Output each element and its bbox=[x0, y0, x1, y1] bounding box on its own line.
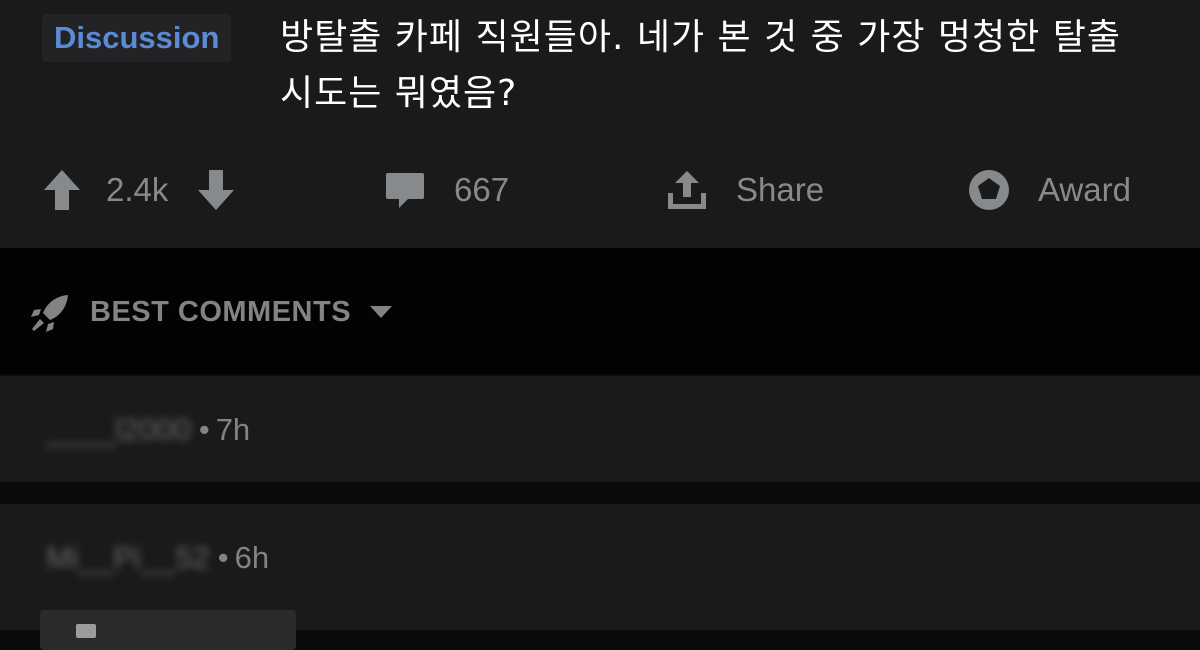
rocket-icon bbox=[31, 295, 68, 332]
post-action-bar: 2.4k 667 Share Award bbox=[0, 160, 1200, 220]
comment-bubble-icon bbox=[386, 173, 424, 208]
comment-count: 667 bbox=[454, 171, 510, 208]
comment-card: ____l2000 • 7h bbox=[0, 376, 1200, 482]
downvote-button[interactable] bbox=[196, 168, 236, 212]
comment-time: 7h bbox=[215, 412, 251, 447]
caret-down-icon bbox=[370, 306, 393, 318]
comment-sort-bar: BEST COMMENTS bbox=[0, 248, 1200, 374]
sort-dropdown[interactable]: BEST COMMENTS bbox=[30, 288, 393, 336]
comment-attachment-chip[interactable] bbox=[40, 610, 296, 650]
post-header: Discussion 방탈출 카페 직원들아. 네가 본 것 중 가장 멍청한 … bbox=[0, 0, 1200, 248]
award-label: Award bbox=[1038, 171, 1131, 208]
sort-label: BEST COMMENTS bbox=[90, 295, 352, 328]
share-upload-icon bbox=[668, 171, 706, 209]
comment-meta: ____l2000 • 7h bbox=[46, 408, 250, 452]
arrow-down-icon bbox=[198, 170, 235, 210]
vote-count: 2.4k bbox=[106, 171, 169, 208]
upvote-button[interactable] bbox=[42, 168, 82, 212]
comment-divider bbox=[0, 482, 1200, 504]
award-button[interactable]: Award bbox=[966, 160, 1131, 220]
share-label: Share bbox=[736, 171, 825, 208]
comment-username[interactable]: ____l2000 bbox=[46, 412, 191, 448]
comment-time: 6h bbox=[234, 540, 270, 575]
attachment-icon bbox=[76, 624, 96, 638]
meta-separator: • bbox=[198, 412, 210, 447]
arrow-up-icon bbox=[44, 170, 80, 210]
award-badge-icon bbox=[969, 170, 1009, 210]
meta-separator: • bbox=[217, 540, 229, 575]
share-button[interactable]: Share bbox=[664, 160, 824, 220]
comment-username[interactable]: Mi__Pi__52 bbox=[46, 540, 210, 576]
comments-button[interactable]: 667 bbox=[384, 160, 509, 220]
post-flair[interactable]: Discussion bbox=[42, 14, 232, 62]
comment-meta: Mi__Pi__52 • 6h bbox=[46, 536, 269, 580]
post-title[interactable]: 방탈출 카페 직원들아. 네가 본 것 중 가장 멍청한 탈출 시도는 뭐였음? bbox=[280, 10, 1160, 122]
vote-group: 2.4k bbox=[42, 160, 236, 220]
comment-card: Mi__Pi__52 • 6h bbox=[0, 504, 1200, 650]
